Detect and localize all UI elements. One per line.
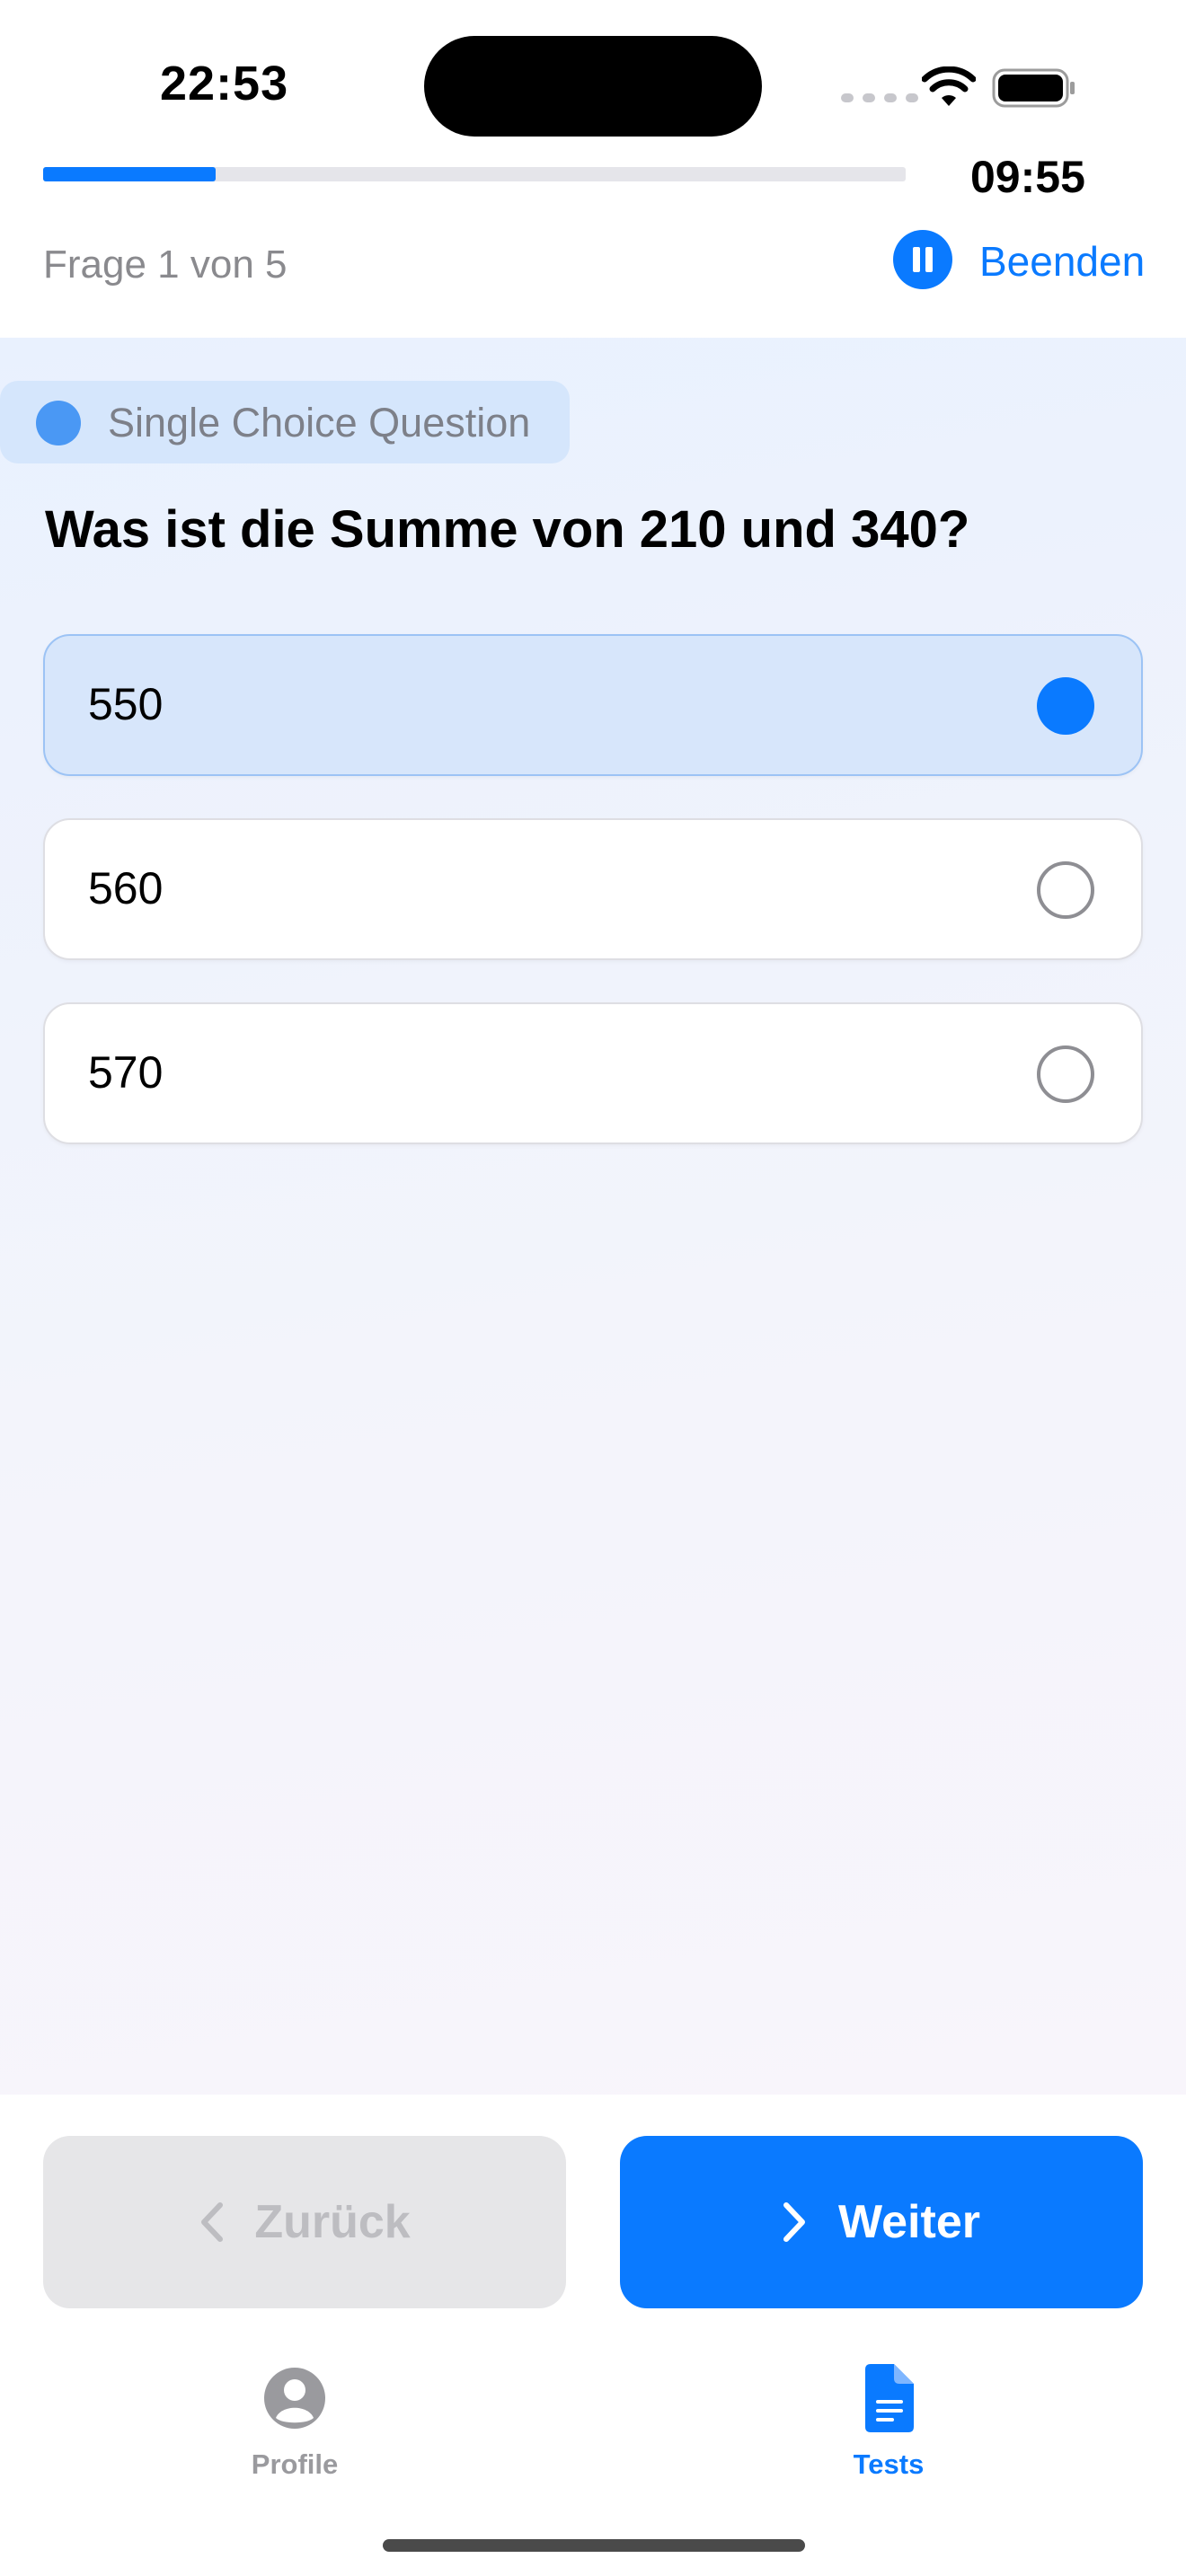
radio-selected-icon[interactable] xyxy=(1037,677,1094,735)
next-button-label: Weiter xyxy=(838,2196,980,2248)
tab-tests[interactable]: Tests xyxy=(799,2364,978,2499)
home-indicator[interactable] xyxy=(383,2539,805,2552)
back-button-label: Zurück xyxy=(254,2196,411,2248)
quiz-progress-bar xyxy=(43,167,906,181)
question-type-chip: Single Choice Question xyxy=(0,381,570,463)
person-circle-icon xyxy=(264,2368,325,2429)
quiz-progress-fill xyxy=(43,167,216,181)
tab-tests-label: Tests xyxy=(853,2448,925,2480)
back-button[interactable]: Zurück xyxy=(43,2136,566,2308)
countdown-timer: 09:55 xyxy=(970,152,1085,202)
signal-dots-icon xyxy=(841,93,918,102)
chevron-right-icon xyxy=(783,2202,805,2242)
status-bar: 22:53 xyxy=(0,0,1186,162)
end-quiz-button[interactable]: Beenden xyxy=(979,237,1145,286)
radio-unselected-icon[interactable] xyxy=(1037,861,1094,919)
answer-option[interactable]: 550 xyxy=(43,634,1143,776)
answer-option[interactable]: 560 xyxy=(43,818,1143,960)
question-type-dot-icon xyxy=(36,401,81,446)
next-button[interactable]: Weiter xyxy=(620,2136,1143,2308)
dynamic-island xyxy=(424,36,762,137)
bottom-area: Zurück Weiter Profile Tests xyxy=(0,2095,1186,2576)
status-time: 22:53 xyxy=(160,57,289,110)
question-text: Was ist die Summe von 210 und 340? xyxy=(45,500,970,559)
chevron-left-icon xyxy=(201,2202,224,2242)
pause-button[interactable] xyxy=(893,230,952,289)
tab-profile-label: Profile xyxy=(251,2448,339,2480)
status-icons xyxy=(841,61,1084,115)
question-type-label: Single Choice Question xyxy=(108,400,531,446)
wifi-icon xyxy=(922,66,976,106)
radio-unselected-icon[interactable] xyxy=(1037,1045,1094,1103)
answer-option-label: 550 xyxy=(88,679,164,729)
answer-option[interactable]: 570 xyxy=(43,1002,1143,1144)
question-counter: Frage 1 von 5 xyxy=(43,243,288,287)
answer-option-label: 560 xyxy=(88,863,164,913)
document-icon xyxy=(865,2364,914,2432)
answer-option-label: 570 xyxy=(88,1047,164,1098)
question-area: Single Choice Question Was ist die Summe… xyxy=(0,338,1186,2095)
battery-icon xyxy=(992,68,1075,108)
tab-profile[interactable]: Profile xyxy=(205,2364,385,2499)
